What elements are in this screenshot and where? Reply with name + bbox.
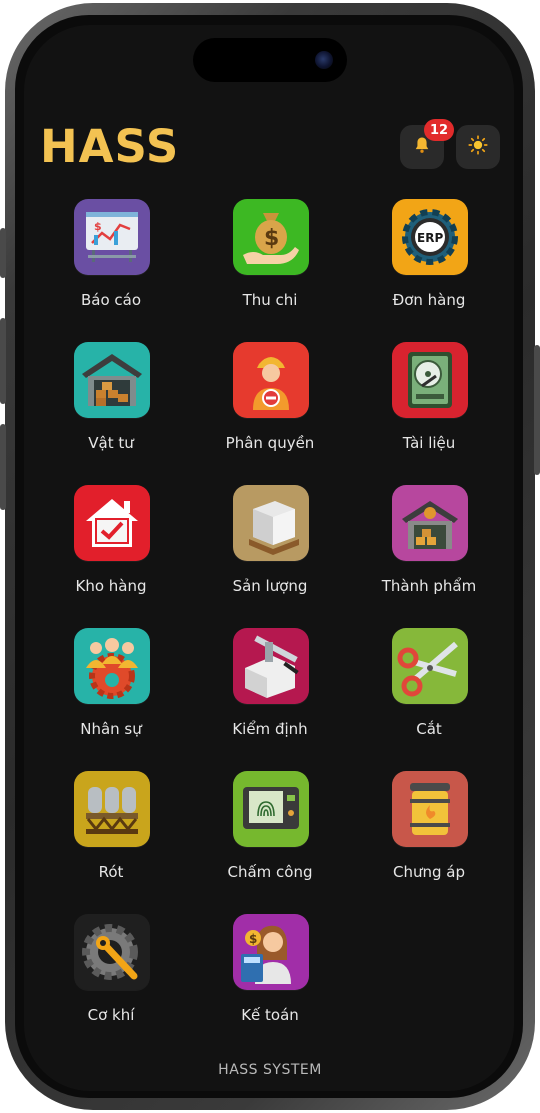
power-button <box>534 345 540 475</box>
menu-item-label: Đơn hàng <box>392 291 466 309</box>
menu-item-phan-quyen[interactable]: Phân quyền <box>200 342 340 462</box>
menu-item-label: Kiểm định <box>232 720 308 738</box>
camera-icon <box>315 51 333 69</box>
menu-item-kiem-dinh[interactable]: Kiểm định <box>200 628 340 748</box>
caliper-inspection-icon <box>233 628 309 704</box>
dynamic-island <box>193 38 347 82</box>
menu-item-label: Sản lượng <box>232 577 308 595</box>
erp-gear-icon: ERP <box>392 199 468 275</box>
menu-item-kho-hang[interactable]: Kho hàng <box>41 485 181 605</box>
menu-item-don-hang[interactable]: ERP Đơn hàng <box>359 199 499 319</box>
menu-item-label: Tài liệu <box>402 434 456 452</box>
menu-item-label: Thu chi <box>242 291 298 309</box>
team-gear-icon <box>74 628 150 704</box>
volume-up-button <box>0 318 6 404</box>
factory-boxes-icon <box>392 485 468 561</box>
menu-item-label: Báo cáo <box>80 291 142 309</box>
theme-toggle-button[interactable] <box>456 125 500 169</box>
menu-item-nhan-su[interactable]: Nhân sự <box>41 628 181 748</box>
sun-icon <box>468 135 488 159</box>
menu-item-label: Cắt <box>416 720 442 738</box>
menu-item-thu-chi[interactable]: $ Thu chi <box>200 199 340 319</box>
menu-item-label: Phân quyền <box>225 434 315 452</box>
menu-item-thanh-pham[interactable]: Thành phẩm <box>359 485 499 605</box>
report-chart-icon: $ <box>74 199 150 275</box>
menu-item-chung-ap[interactable]: Chưng áp <box>359 771 499 891</box>
menu-item-ke-toan[interactable]: $ Kế toán <box>200 914 340 1034</box>
app-logo: HASS <box>40 120 180 173</box>
money-bag-hand-icon: $ <box>233 199 309 275</box>
svg-text:$: $ <box>264 226 279 251</box>
gear-wrench-icon <box>74 914 150 990</box>
menu-item-vat-tu[interactable]: Vật tư <box>41 342 181 462</box>
warehouse-icon <box>74 342 150 418</box>
menu-item-label: Cơ khí <box>87 1006 135 1024</box>
menu-item-san-luong[interactable]: Sản lượng <box>200 485 340 605</box>
menu-item-label: Chưng áp <box>393 863 465 881</box>
svg-text:ERP: ERP <box>417 231 443 245</box>
menu-item-tai-lieu[interactable]: Tài liệu <box>359 342 499 462</box>
menu-item-co-khi[interactable]: Cơ khí <box>41 914 181 1034</box>
menu-item-cham-cong[interactable]: Chấm công <box>200 771 340 891</box>
menu-item-bao-cao[interactable]: $ Báo cáo <box>41 199 181 319</box>
menu-item-label: Kế toán <box>241 1006 299 1024</box>
action-button <box>0 228 6 278</box>
silo-tanks-icon <box>74 771 150 847</box>
svg-text:$: $ <box>94 220 102 233</box>
pallet-boxes-icon <box>233 485 309 561</box>
hard-drive-icon <box>392 342 468 418</box>
menu-item-cat[interactable]: Cắt <box>359 628 499 748</box>
menu-item-label: Thành phẩm <box>381 577 477 595</box>
fingerprint-device-icon <box>233 771 309 847</box>
volume-down-button <box>0 424 6 510</box>
svg-text:$: $ <box>249 932 257 946</box>
menu-item-label: Kho hàng <box>75 577 147 595</box>
house-check-icon <box>74 485 150 561</box>
footer-text: HASS SYSTEM <box>218 1062 322 1078</box>
menu-item-label: Rót <box>98 863 124 881</box>
accountant-icon: $ <box>233 914 309 990</box>
worker-permission-icon <box>233 342 309 418</box>
menu-item-label: Nhân sự <box>80 720 142 738</box>
menu-item-label: Chấm công <box>227 863 313 881</box>
menu-item-rot[interactable]: Rót <box>41 771 181 891</box>
menu-item-label: Vật tư <box>88 434 134 452</box>
autoclave-icon <box>392 771 468 847</box>
notification-badge: 12 <box>424 119 454 141</box>
scissors-icon <box>392 628 468 704</box>
